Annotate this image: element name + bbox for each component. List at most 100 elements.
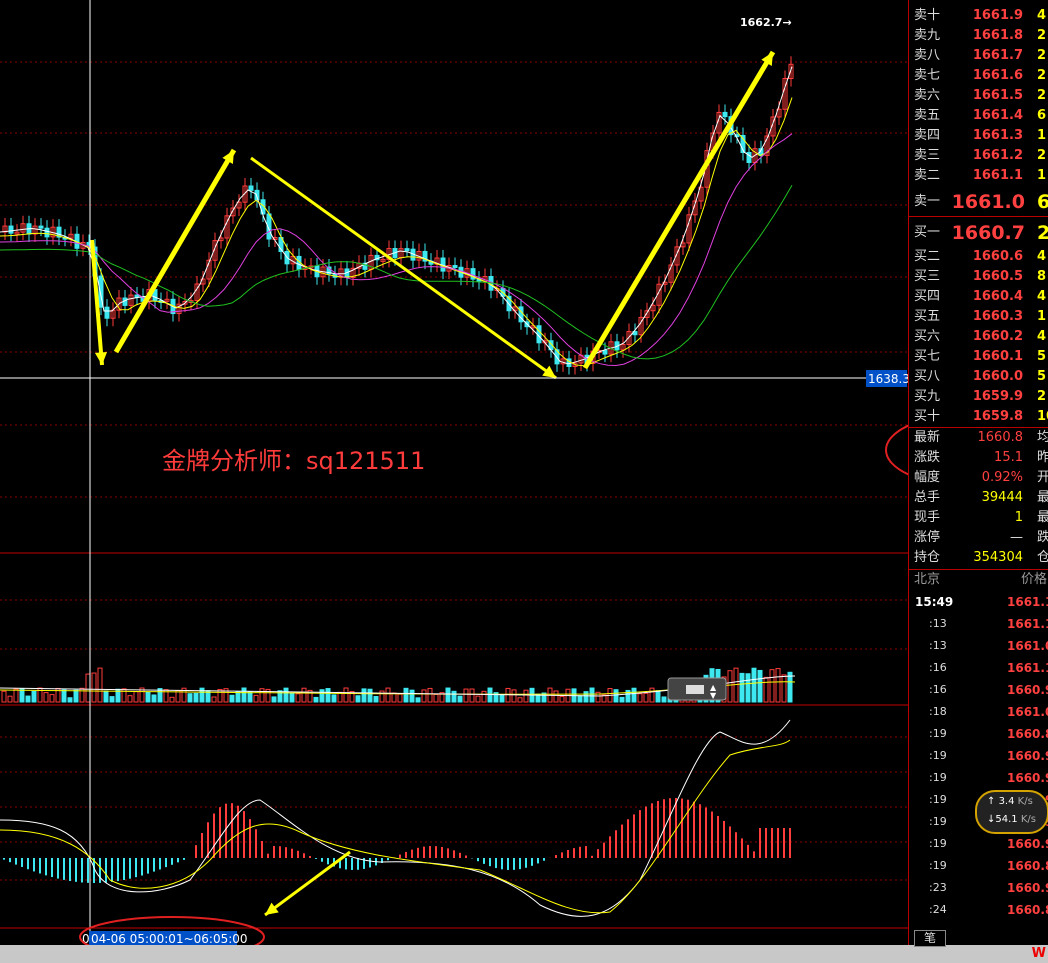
- tick-row: :19 1660.8: [909, 723, 1048, 745]
- volume-bar: [643, 692, 649, 703]
- volume-bar: [259, 688, 265, 703]
- candle: [722, 111, 728, 118]
- ask-row: 卖七 1661.6 2: [909, 66, 1048, 86]
- volume-bar: [301, 687, 307, 703]
- svg-text:▼: ▼: [710, 691, 717, 700]
- volume-bar: [109, 696, 115, 703]
- volume-bar: [463, 688, 469, 703]
- trend-arrow-head: [94, 351, 108, 365]
- volume-bar: [343, 687, 349, 703]
- volume-bar: [295, 693, 301, 703]
- ask1-row: 卖一 1661.0 6: [909, 190, 1048, 214]
- status-right-text: W: [1031, 946, 1046, 961]
- tick-price: 1660.9: [1007, 771, 1048, 785]
- tick-price: 1660.8: [1007, 859, 1048, 873]
- ask-price: 1661.4: [972, 108, 1023, 123]
- stat-value: 0.92%: [981, 470, 1023, 485]
- bid-volume: 5: [1037, 369, 1047, 384]
- bid-volume: 4: [1037, 329, 1047, 344]
- volume-bar: [751, 667, 757, 703]
- tick-time: :24: [929, 903, 947, 916]
- volume-bar: [85, 673, 91, 703]
- tick-time: :13: [929, 617, 947, 630]
- macd-dea: [0, 739, 791, 914]
- tick-row: :24 1660.8: [909, 899, 1048, 921]
- tick-time: :13: [929, 639, 947, 652]
- ask-price: 1661.1: [972, 168, 1023, 183]
- stat-label: 涨停: [914, 530, 941, 545]
- trend-arrow-head: [265, 902, 279, 915]
- macd-dif: [0, 719, 791, 917]
- keyboard-icon[interactable]: ▲ ▼: [667, 677, 727, 701]
- volume-bar: [373, 696, 379, 703]
- volume-bar: [127, 695, 133, 703]
- download-unit: K/s: [1020, 814, 1036, 825]
- download-value: 54.1: [995, 814, 1018, 825]
- volume-bar: [475, 695, 481, 703]
- trend-arrow: [264, 850, 351, 917]
- panel-divider: [909, 216, 1048, 217]
- ask-label: 卖四: [914, 128, 941, 143]
- volume-bar: [553, 690, 559, 703]
- ask-label: 卖五: [914, 108, 941, 123]
- volume-bar: [769, 669, 775, 703]
- bid-volume: 8: [1037, 269, 1047, 284]
- upload-speed: ↑ 3.4 K/s: [987, 796, 1033, 807]
- volume-bar: [235, 691, 241, 703]
- stat-extra: 最: [1037, 490, 1048, 505]
- stat-value: —: [1010, 530, 1023, 545]
- stat-label: 最新: [914, 430, 941, 445]
- stat-value: 39444: [981, 490, 1023, 505]
- volume-bar: [385, 687, 391, 703]
- tick-price: 1660.9: [1007, 881, 1048, 895]
- volume-bar: [499, 694, 505, 703]
- volume-bar: [409, 689, 415, 703]
- stat-extra: 开: [1037, 470, 1048, 485]
- tick-time: :23: [929, 881, 947, 894]
- volume-bar: [319, 689, 325, 703]
- volume-bar: [187, 693, 193, 703]
- ask-label: 卖七: [914, 68, 941, 83]
- volume-bar: [289, 692, 295, 703]
- kline-chart[interactable]: 1638.3 1662.7→ 金牌分析师：sq121511 0 04-06 05…: [0, 0, 908, 945]
- volume-bar: [457, 695, 463, 703]
- ask-row: 卖九 1661.8 2: [909, 26, 1048, 46]
- bid-row: 买五 1660.3 1: [909, 307, 1048, 327]
- ask-volume: 2: [1037, 48, 1047, 63]
- volume-bar: [367, 688, 373, 703]
- bid-price: 1660.1: [972, 349, 1023, 364]
- volume-bar: [283, 687, 289, 703]
- stat-row: 现手 1 最: [909, 508, 1048, 528]
- volume-bar: [445, 687, 451, 703]
- macd-indicator: [0, 719, 791, 917]
- bid1-label: 买一: [914, 225, 941, 240]
- chart-grid: [0, 61, 908, 929]
- bid-label: 买八: [914, 369, 941, 384]
- tick-price: 1660.9: [1007, 683, 1048, 697]
- tick-row: :19 1660.9: [909, 833, 1048, 855]
- bid-volume: 4: [1037, 249, 1047, 264]
- candle: [404, 248, 410, 252]
- tick-row: :19 1660.8: [909, 855, 1048, 877]
- status-bar: 笔 W: [0, 930, 1048, 963]
- ask-row: 卖八 1661.7 2: [909, 46, 1048, 66]
- volume-bar: [193, 692, 199, 703]
- bid-price: 1660.4: [972, 289, 1023, 304]
- bid-label: 买五: [914, 309, 941, 324]
- ma-line: [0, 97, 793, 367]
- stat-label: 持仓: [914, 550, 941, 565]
- tick-row: 15:49 1661.1: [909, 591, 1048, 613]
- stat-value: 354304: [973, 550, 1023, 565]
- volume-bar: [655, 690, 661, 703]
- tick-price: 1661.1: [1007, 661, 1048, 675]
- volume-bar: [331, 694, 337, 703]
- tab-ticks[interactable]: 笔: [914, 930, 946, 947]
- volume-bar: [397, 693, 403, 703]
- price-tag: 1638.3: [868, 372, 908, 386]
- volume-bar: [25, 695, 31, 703]
- tick-row: :23 1660.9: [909, 877, 1048, 899]
- bid-price: 1660.3: [972, 309, 1023, 324]
- stat-row: 最新 1660.8 均: [909, 428, 1048, 448]
- tick-time: :19: [929, 771, 947, 784]
- bid1-price: 1660.7: [951, 222, 1025, 244]
